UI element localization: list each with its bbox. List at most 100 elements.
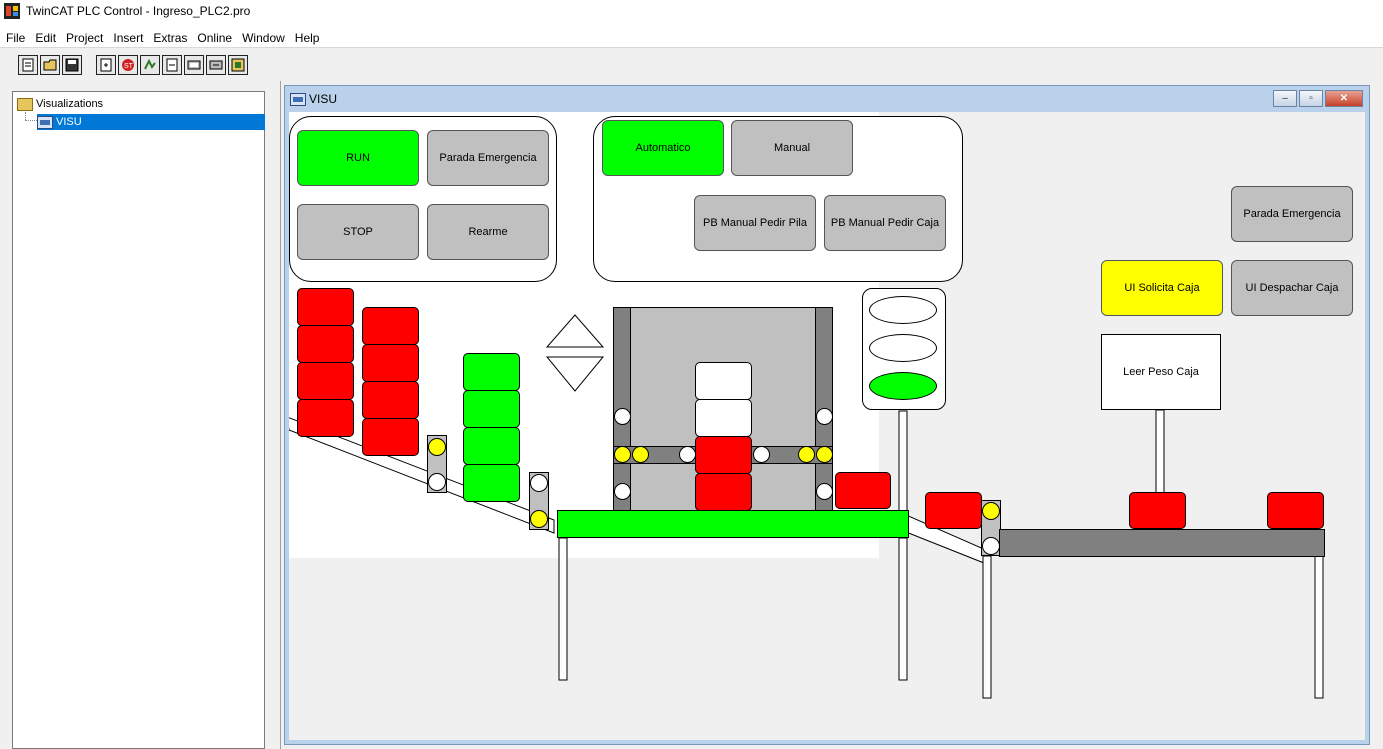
menu-file[interactable]: File xyxy=(6,31,25,45)
lift-block xyxy=(695,362,752,400)
traffic-light-lamp-top xyxy=(869,296,937,324)
menu-help[interactable]: Help xyxy=(295,31,320,45)
outbound-conveyor xyxy=(999,529,1325,557)
save-icon[interactable] xyxy=(62,55,82,75)
menu-edit[interactable]: Edit xyxy=(35,31,56,45)
reset-button[interactable]: Rearme xyxy=(427,204,549,260)
window-controls: ‒ ▫ ✕ xyxy=(1271,90,1363,107)
svg-text:ST: ST xyxy=(124,63,134,70)
lift-sensor xyxy=(614,408,631,425)
lift-sensor xyxy=(816,446,833,463)
box-on-conveyor xyxy=(1129,492,1186,529)
stack-block xyxy=(362,418,419,456)
tree-connector xyxy=(25,112,26,120)
lift-sensor xyxy=(614,483,631,500)
ui-request-box-button[interactable]: UI Solicita Caja xyxy=(1101,260,1223,316)
sensor-indicator xyxy=(982,502,1000,520)
stack-block xyxy=(463,390,520,428)
box-weight-display[interactable]: Leer Peso Caja xyxy=(1101,334,1221,410)
lift-sensor xyxy=(753,446,770,463)
tree-item-label: VISU xyxy=(56,116,82,128)
login-icon[interactable] xyxy=(96,55,116,75)
lift-block xyxy=(695,436,752,474)
step-icon[interactable] xyxy=(162,55,182,75)
stack-block xyxy=(297,325,354,363)
toolbar: ST xyxy=(0,47,1383,81)
stack-block xyxy=(362,307,419,345)
lift-block xyxy=(695,399,752,437)
lift-sensor xyxy=(632,446,649,463)
tree-item-visualizations[interactable]: Visualizations xyxy=(17,96,103,112)
traffic-light-pole xyxy=(898,410,908,513)
emergency-stop-button-2[interactable]: Parada Emergencia xyxy=(1231,186,1353,242)
upload-icon[interactable] xyxy=(206,55,226,75)
maximize-button[interactable]: ▫ xyxy=(1299,90,1323,107)
box-on-conveyor xyxy=(925,492,982,529)
menu-online[interactable]: Online xyxy=(197,31,232,45)
traffic-light-lamp-bottom xyxy=(869,372,937,400)
new-file-icon[interactable] xyxy=(18,55,38,75)
main-conveyor xyxy=(557,510,909,538)
automatic-mode-button[interactable]: Automatico xyxy=(602,120,724,176)
lift-sensor xyxy=(679,446,696,463)
visu-window-titlebar[interactable]: VISU xyxy=(285,86,1369,112)
lift-sensor xyxy=(798,446,815,463)
down-arrow-icon xyxy=(545,356,605,392)
emergency-stop-button[interactable]: Parada Emergencia xyxy=(427,130,549,186)
menu-insert[interactable]: Insert xyxy=(113,31,143,45)
open-folder-icon[interactable] xyxy=(40,55,60,75)
box-on-conveyor xyxy=(1267,492,1324,529)
traffic-light-lamp-middle xyxy=(869,334,937,362)
ui-dispatch-box-button[interactable]: UI Despachar Caja xyxy=(1231,260,1353,316)
stack-block xyxy=(463,464,520,502)
visu-window: VISU ‒ ▫ ✕ RUN Parada Emergencia STOP Re… xyxy=(284,85,1370,745)
close-button[interactable]: ✕ xyxy=(1325,90,1363,107)
run-icon[interactable] xyxy=(140,55,160,75)
menu-extras[interactable]: Extras xyxy=(153,31,187,45)
visualization-canvas: RUN Parada Emergencia STOP Rearme Automa… xyxy=(289,112,1365,740)
menu-window[interactable]: Window xyxy=(242,31,285,45)
sensor-indicator xyxy=(530,510,548,528)
sensor-indicator xyxy=(428,438,446,456)
visualization-icon xyxy=(290,92,306,106)
stack-block xyxy=(297,362,354,400)
menu-bar: File Edit Project Insert Extras Online W… xyxy=(0,29,329,47)
manual-request-box-button[interactable]: PB Manual Pedir Caja xyxy=(824,195,946,251)
window-title: TwinCAT PLC Control - Ingreso_PLC2.pro xyxy=(26,4,251,18)
tree-item-label: Visualizations xyxy=(36,98,104,110)
visu-window-title: VISU xyxy=(309,92,338,106)
conveyor-leg xyxy=(1314,555,1324,699)
manual-mode-button[interactable]: Manual xyxy=(731,120,853,176)
lift-sensor xyxy=(816,483,833,500)
stack-block xyxy=(362,344,419,382)
stop-icon[interactable]: ST xyxy=(118,55,138,75)
lift-sensor xyxy=(816,408,833,425)
object-tree[interactable]: Visualizations VISU xyxy=(12,91,265,749)
menu-project[interactable]: Project xyxy=(66,31,103,45)
stop-button[interactable]: STOP xyxy=(297,204,419,260)
sensor-indicator xyxy=(982,537,1000,555)
sensor-indicator xyxy=(530,474,548,492)
project-tree-panel: Visualizations VISU xyxy=(0,81,280,749)
box-on-conveyor xyxy=(835,472,891,509)
mdi-area: VISU ‒ ▫ ✕ RUN Parada Emergencia STOP Re… xyxy=(280,81,1383,749)
stack-block xyxy=(297,288,354,326)
sensor-indicator xyxy=(428,473,446,491)
stack-block xyxy=(463,353,520,391)
lift-sensor xyxy=(614,446,631,463)
tree-item-visu[interactable]: VISU xyxy=(37,114,265,130)
lift-block xyxy=(695,473,752,511)
stack-block xyxy=(297,399,354,437)
visualization-icon xyxy=(37,115,53,129)
minimize-button[interactable]: ‒ xyxy=(1273,90,1297,107)
tree-connector xyxy=(25,120,37,121)
title-bar: TwinCAT PLC Control - Ingreso_PLC2.pro xyxy=(0,0,1383,22)
table-leg xyxy=(898,537,908,681)
twincat-app-icon xyxy=(4,3,20,19)
monitor-icon[interactable] xyxy=(228,55,248,75)
folder-icon xyxy=(17,97,33,111)
run-button[interactable]: RUN xyxy=(297,130,419,186)
download-icon[interactable] xyxy=(184,55,204,75)
manual-request-stack-button[interactable]: PB Manual Pedir Pila xyxy=(694,195,816,251)
stack-block xyxy=(362,381,419,419)
